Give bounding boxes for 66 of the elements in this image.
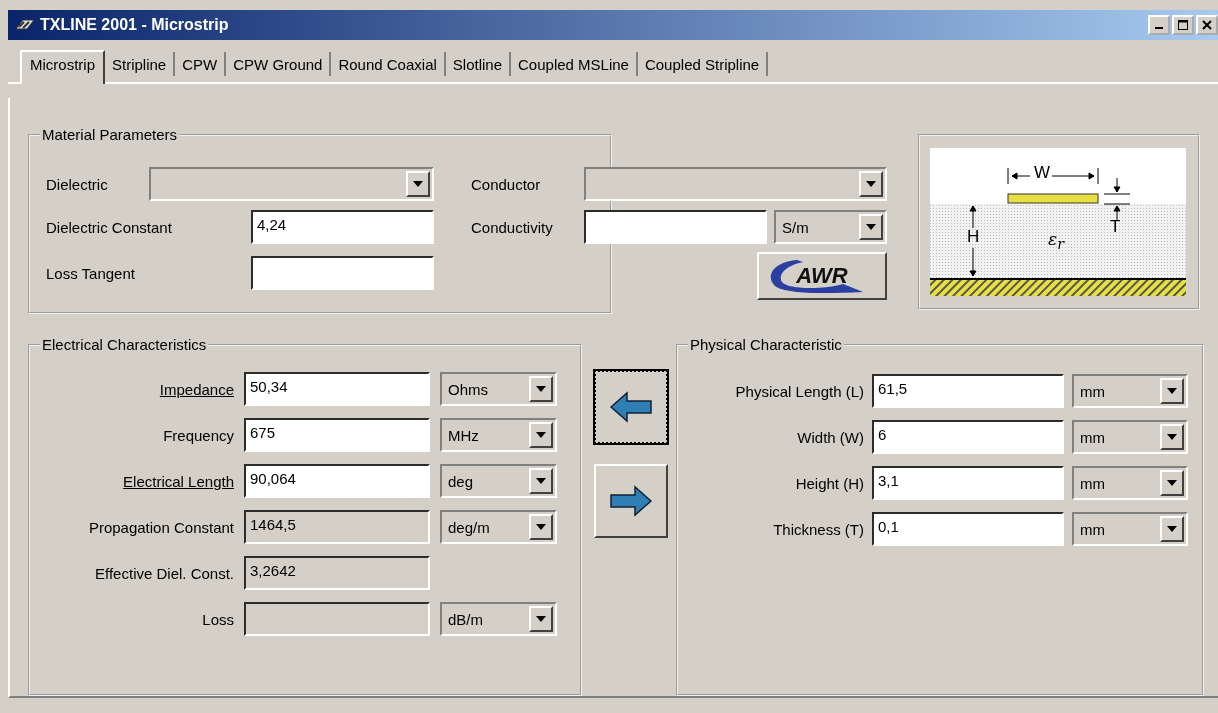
window-title: TXLINE 2001 - Microstrip: [40, 16, 229, 34]
left-arrow-button[interactable]: [594, 370, 668, 444]
input-field[interactable]: 1464,5: [244, 510, 430, 544]
tab[interactable]: Round Coaxial: [331, 52, 446, 76]
unit-dropdown[interactable]: MHz: [440, 418, 557, 452]
right-arrow-button[interactable]: [594, 464, 668, 538]
input-field[interactable]: 90,064: [244, 464, 430, 498]
unit-dropdown[interactable]: Ohms: [440, 372, 557, 406]
unit-dropdown[interactable]: mm: [1072, 466, 1188, 500]
field-label: Dielectric: [46, 175, 109, 193]
field-label: Effective Diel. Const.: [95, 564, 234, 582]
left-arrow-icon: [609, 391, 653, 423]
maximize-icon: [1178, 20, 1188, 30]
input-field[interactable]: [584, 210, 767, 244]
minimize-icon: [1155, 27, 1163, 29]
field-label: Frequency: [163, 426, 234, 444]
close-icon: [1202, 20, 1212, 30]
unit-dropdown[interactable]: dB/m: [440, 602, 557, 636]
field-label: Width (W): [797, 428, 864, 446]
input-field[interactable]: 50,34: [244, 372, 430, 406]
close-button[interactable]: [1196, 15, 1218, 35]
thickness-label: T: [1110, 218, 1121, 236]
field-label: Impedance: [159, 380, 234, 398]
tab[interactable]: Microstrip: [20, 50, 105, 84]
dielectric-dropdown[interactable]: [149, 167, 434, 201]
right-arrow-icon: [609, 485, 653, 517]
input-field[interactable]: [251, 256, 434, 290]
input-field[interactable]: 3,2642: [244, 556, 430, 590]
field-label: Dielectric Constant: [46, 218, 173, 236]
field-label: Thickness (T): [773, 520, 864, 538]
input-field[interactable]: [244, 602, 430, 636]
unit-dropdown[interactable]: mm: [1072, 374, 1188, 408]
input-field[interactable]: 675: [244, 418, 430, 452]
minimize-button[interactable]: [1148, 15, 1170, 35]
input-field[interactable]: 4,24: [251, 210, 434, 244]
input-field[interactable]: 3,1: [872, 466, 1064, 500]
height-label: H: [967, 228, 980, 246]
tab[interactable]: Stripline: [105, 52, 176, 76]
logo-button[interactable]: AWR: [757, 252, 887, 300]
field-label: Loss Tangent: [46, 264, 136, 282]
group-title: Physical Characteristic: [688, 336, 844, 354]
tab[interactable]: Coupled MSLine: [511, 52, 638, 76]
field-label: Electrical Length: [123, 472, 234, 490]
tab[interactable]: CPW Ground: [226, 52, 332, 76]
field-label: Conductivity: [471, 218, 554, 236]
unit-dropdown[interactable]: deg/m: [440, 510, 557, 544]
tab[interactable]: CPW: [175, 52, 227, 76]
maximize-button[interactable]: [1172, 15, 1194, 35]
field-label: Propagation Constant: [88, 518, 234, 536]
unit-dropdown[interactable]: S/m: [774, 210, 887, 244]
conductor-dropdown[interactable]: [584, 167, 887, 201]
tab[interactable]: Slotline: [445, 52, 512, 76]
field-label: Loss: [202, 610, 234, 628]
input-field[interactable]: 6: [872, 420, 1064, 454]
field-label: Height (H): [795, 474, 864, 492]
unit-dropdown[interactable]: mm: [1072, 420, 1188, 454]
input-field[interactable]: 0,1: [872, 512, 1064, 546]
field-label: Conductor: [471, 175, 542, 193]
input-field[interactable]: 61,5: [872, 374, 1064, 408]
unit-dropdown[interactable]: deg: [440, 464, 557, 498]
field-label: Physical Length (L): [735, 382, 864, 400]
app-icon: [14, 17, 36, 33]
permittivity-label: ε$_{r}$: [1048, 230, 1064, 254]
unit-dropdown[interactable]: mm: [1072, 512, 1188, 546]
tab[interactable]: Coupled Stripline: [637, 52, 769, 76]
width-label: W: [1034, 164, 1051, 182]
